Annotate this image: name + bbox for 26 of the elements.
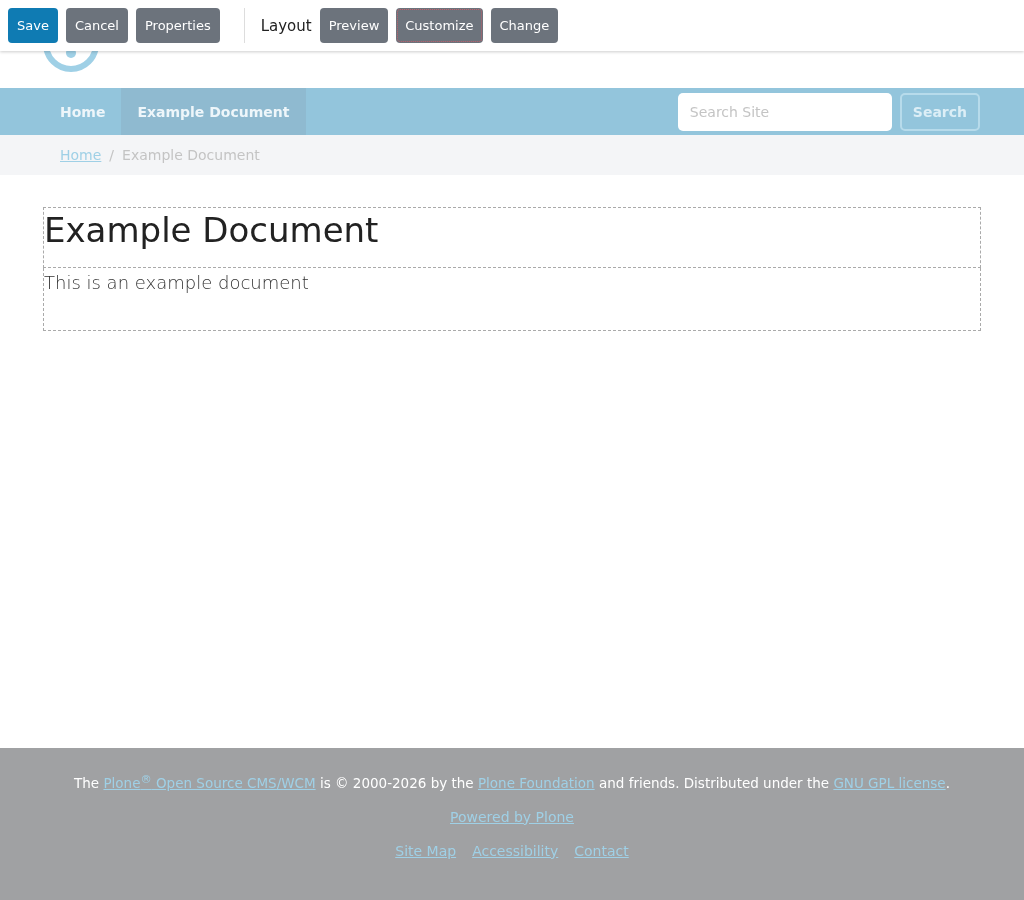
footer-link[interactable]: Accessibility [472,842,559,859]
footer-link[interactable]: GNU GPL license [833,774,946,791]
document-text: This is an example document [44,271,310,295]
nav-tab[interactable]: Home [44,88,122,135]
save-button[interactable]: Save [8,8,58,43]
layout-label: Layout [260,16,312,35]
footer-link[interactable]: Contact [574,842,629,859]
text-tile[interactable]: This is an example document [43,268,981,331]
title-tile[interactable]: Example Document [43,207,981,268]
nav-tab[interactable]: Example Document [121,88,306,135]
toolbar-button[interactable]: Properties [135,8,220,43]
breadcrumb-separator: / [109,147,115,163]
document-title: Example Document [44,209,380,252]
search-button[interactable]: Search [899,92,980,131]
footer-link[interactable]: Site Map [395,842,457,859]
toolbar-button[interactable]: Customize [396,8,483,43]
footer-link[interactable]: Plone Foundation [477,774,595,791]
logo-icon [42,51,100,73]
toolbar-button[interactable]: Cancel [65,8,128,43]
powered-link[interactable]: Powered by Plone [450,808,574,825]
toolbar-button[interactable]: Change [490,8,559,43]
breadcrumb-link[interactable]: Home [60,147,102,163]
footer-credit: The Plone$^{®}$ Open Source CMS/WCM is © 2000-2026 by the Plone Foundation and friends. Distributed under the GNU GPL license. [74,772,950,791]
search-field[interactable]: Search Site [677,92,892,131]
footer-link[interactable]: Plone$^{®}$ Open Source CMS/WCM [103,774,316,791]
toolbar-button[interactable]: Preview [319,8,389,43]
